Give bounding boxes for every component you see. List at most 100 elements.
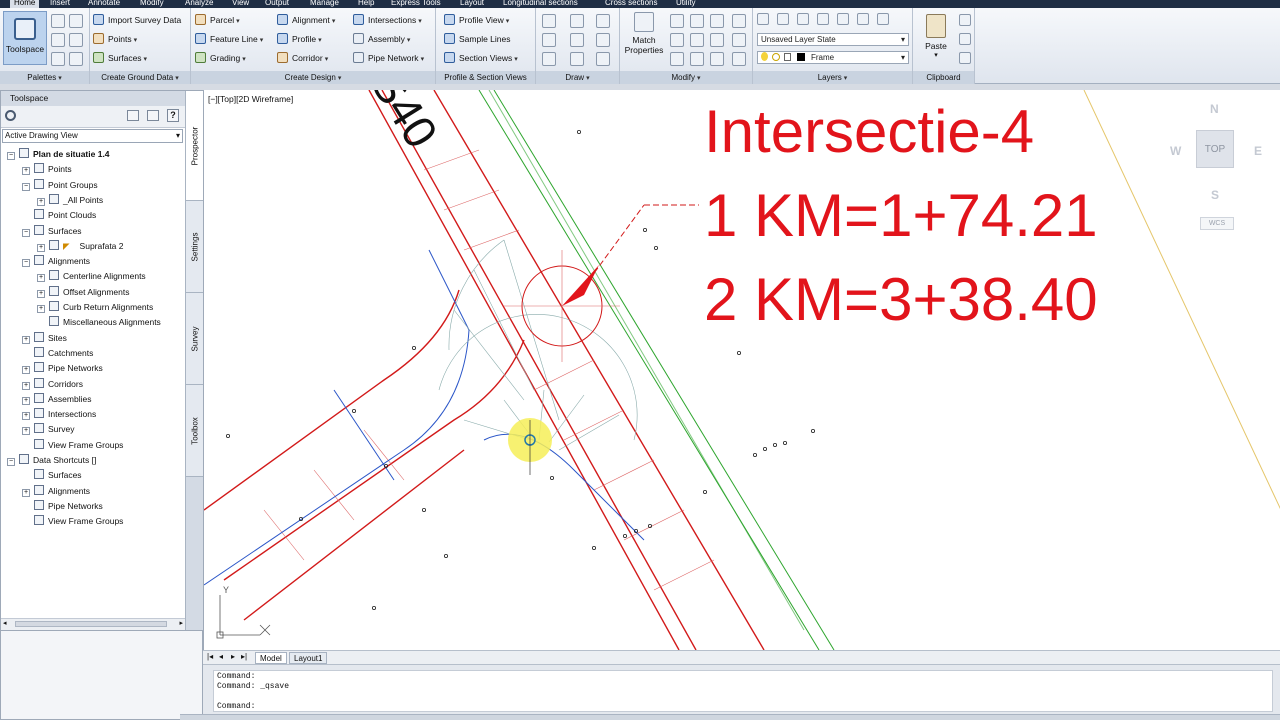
layer-state-select[interactable]: Unsaved Layer State ▾	[757, 33, 909, 46]
drawing-viewport[interactable]: Y S40 [−][Top][2D Wireframe] Intersectie…	[203, 90, 1280, 650]
assembly-menu[interactable]: Assembly ▾	[353, 32, 410, 47]
expand-icon[interactable]: +	[22, 381, 30, 390]
text-icon[interactable]	[596, 52, 610, 66]
tab-survey[interactable]: Survey	[186, 293, 204, 385]
layer-match-icon[interactable]	[777, 13, 789, 25]
draw-panel-title[interactable]: Draw ▾	[536, 71, 619, 84]
tree-item-plan-de-situatie-1-4[interactable]: − Plan de situatie 1.4	[7, 147, 110, 162]
tree-item-miscellaneous-alignments[interactable]: Miscellaneous Alignments	[37, 315, 161, 330]
section-views-menu[interactable]: Section Views ▾	[444, 51, 518, 66]
copy-clip-icon[interactable]	[959, 33, 971, 45]
tree-item-view-frame-groups[interactable]: View Frame Groups	[22, 438, 123, 453]
scroll-thumb[interactable]	[15, 621, 167, 627]
wcs-menu[interactable]: WCS	[1200, 217, 1234, 230]
points-menu[interactable]: Points ▾	[93, 32, 137, 47]
expand-icon[interactable]: +	[22, 335, 30, 344]
array-icon[interactable]	[732, 14, 746, 28]
view-select[interactable]: Active Drawing View ▾	[2, 129, 183, 143]
copy-base-icon[interactable]	[959, 52, 971, 64]
profile-section-title[interactable]: Profile & Section Views	[436, 71, 535, 84]
expand-icon[interactable]: +	[37, 305, 45, 313]
tree-item-survey[interactable]: + Survey	[22, 422, 74, 437]
current-layer-select[interactable]: Frame ▾	[757, 51, 909, 64]
tree-horizontal-scrollbar[interactable]: ◂ ▸	[1, 618, 185, 630]
expand-icon[interactable]: +	[22, 366, 30, 375]
line-icon[interactable]	[542, 14, 556, 28]
circle-icon[interactable]	[570, 14, 584, 28]
tab-settings[interactable]: Settings	[186, 201, 204, 293]
polyline-icon[interactable]	[542, 33, 556, 47]
spline-icon[interactable]	[542, 52, 556, 66]
viewcube-top-face[interactable]: TOP	[1196, 130, 1234, 168]
scroll-left-icon[interactable]: ◂	[3, 619, 7, 627]
tab-prospector[interactable]: Prospector	[186, 91, 204, 201]
collapse-icon[interactable]: −	[7, 458, 15, 466]
grading-menu[interactable]: Grading ▾	[195, 51, 246, 66]
fillet-icon[interactable]	[710, 33, 724, 47]
collapse-icon[interactable]: −	[22, 228, 30, 237]
hatch-icon[interactable]	[596, 14, 610, 28]
tree-item-sites[interactable]: + Sites	[22, 331, 67, 346]
next-layout-icon[interactable]: ▸	[231, 652, 235, 661]
tree-item-offset-alignments[interactable]: + Offset Alignments	[37, 285, 129, 300]
viewcube-north[interactable]: N	[1210, 102, 1219, 116]
tab-utility[interactable]: Utility	[676, 0, 696, 8]
trim-icon[interactable]	[690, 33, 704, 47]
rotate-icon[interactable]	[690, 14, 704, 28]
tab-layout[interactable]: Layout	[460, 0, 484, 8]
tree-item-pipe-networks[interactable]: Pipe Networks	[22, 499, 103, 514]
tree-item-curb-return-alignments[interactable]: + Curb Return Alignments	[37, 300, 153, 315]
pipe-network-menu[interactable]: Pipe Network ▾	[353, 51, 424, 66]
tab-layout1[interactable]: Layout1	[289, 652, 328, 664]
clipboard-panel-title[interactable]: Clipboard	[913, 71, 974, 84]
layer-freeze-icon[interactable]	[857, 13, 869, 25]
viewcube[interactable]: N W E S TOP WCS	[1162, 98, 1262, 238]
toolspace-button[interactable]: Toolspace	[3, 11, 47, 65]
corridor-menu[interactable]: Corridor ▾	[277, 51, 328, 66]
alignment-menu[interactable]: Alignment ▾	[277, 13, 335, 28]
viewcube-west[interactable]: W	[1170, 144, 1181, 158]
layer-isolate-icon[interactable]	[817, 13, 829, 25]
viewcube-south[interactable]: S	[1211, 188, 1219, 202]
stretch-icon[interactable]	[670, 52, 684, 66]
tab-home[interactable]: Home	[10, 0, 40, 8]
toolspace-title[interactable]: Toolspace	[1, 91, 185, 106]
rectangle-icon[interactable]	[596, 33, 610, 47]
explode-icon[interactable]	[732, 52, 746, 66]
tab-view[interactable]: View	[232, 0, 249, 8]
expand-icon[interactable]: +	[22, 396, 30, 405]
layer-icon[interactable]	[69, 14, 83, 28]
profile-view-menu[interactable]: Profile View ▾	[444, 13, 509, 28]
copy-icon[interactable]	[710, 14, 724, 28]
feature-line-menu[interactable]: Feature Line ▾	[195, 32, 263, 47]
modify-panel-title[interactable]: Modify ▾	[620, 71, 752, 84]
collapse-icon[interactable]: −	[22, 259, 30, 268]
tree-item-surfaces[interactable]: Surfaces	[22, 468, 82, 483]
help-icon[interactable]: ?	[167, 109, 179, 122]
prev-layout-icon[interactable]: ◂	[219, 652, 223, 661]
layer-previous-icon[interactable]	[797, 13, 809, 25]
layer-lock-icon[interactable]	[877, 13, 889, 25]
viewcube-east[interactable]: E	[1254, 144, 1262, 158]
tree-item-centerline-alignments[interactable]: + Centerline Alignments	[37, 269, 146, 284]
tree-item-catchments[interactable]: Catchments	[22, 346, 93, 361]
tab-output[interactable]: Output	[265, 0, 289, 8]
mirror-icon[interactable]	[670, 33, 684, 47]
toolbox-icon[interactable]	[69, 33, 83, 47]
tab-analyze[interactable]: Analyze	[185, 0, 213, 8]
first-layout-icon[interactable]: |◂	[207, 652, 213, 661]
ellipse-icon[interactable]	[570, 52, 584, 66]
tree-item-pipe-networks[interactable]: + Pipe Networks	[22, 361, 103, 376]
tree-item-surfaces[interactable]: − Surfaces	[22, 224, 82, 239]
tab-express-tools[interactable]: Express Tools	[391, 0, 441, 8]
tab-model[interactable]: Model	[255, 652, 287, 664]
arc-icon[interactable]	[570, 33, 584, 47]
scroll-right-icon[interactable]: ▸	[179, 619, 183, 627]
tab-insert[interactable]: Insert	[50, 0, 70, 8]
expand-icon[interactable]: +	[37, 197, 45, 206]
tree-item-alignments[interactable]: − Alignments	[22, 254, 90, 269]
parcel-menu[interactable]: Parcel ▾	[195, 13, 240, 28]
palettes-panel-title[interactable]: Palettes ▾	[0, 71, 89, 84]
scale-icon[interactable]	[690, 52, 704, 66]
intersections-menu[interactable]: Intersections ▾	[353, 13, 422, 28]
